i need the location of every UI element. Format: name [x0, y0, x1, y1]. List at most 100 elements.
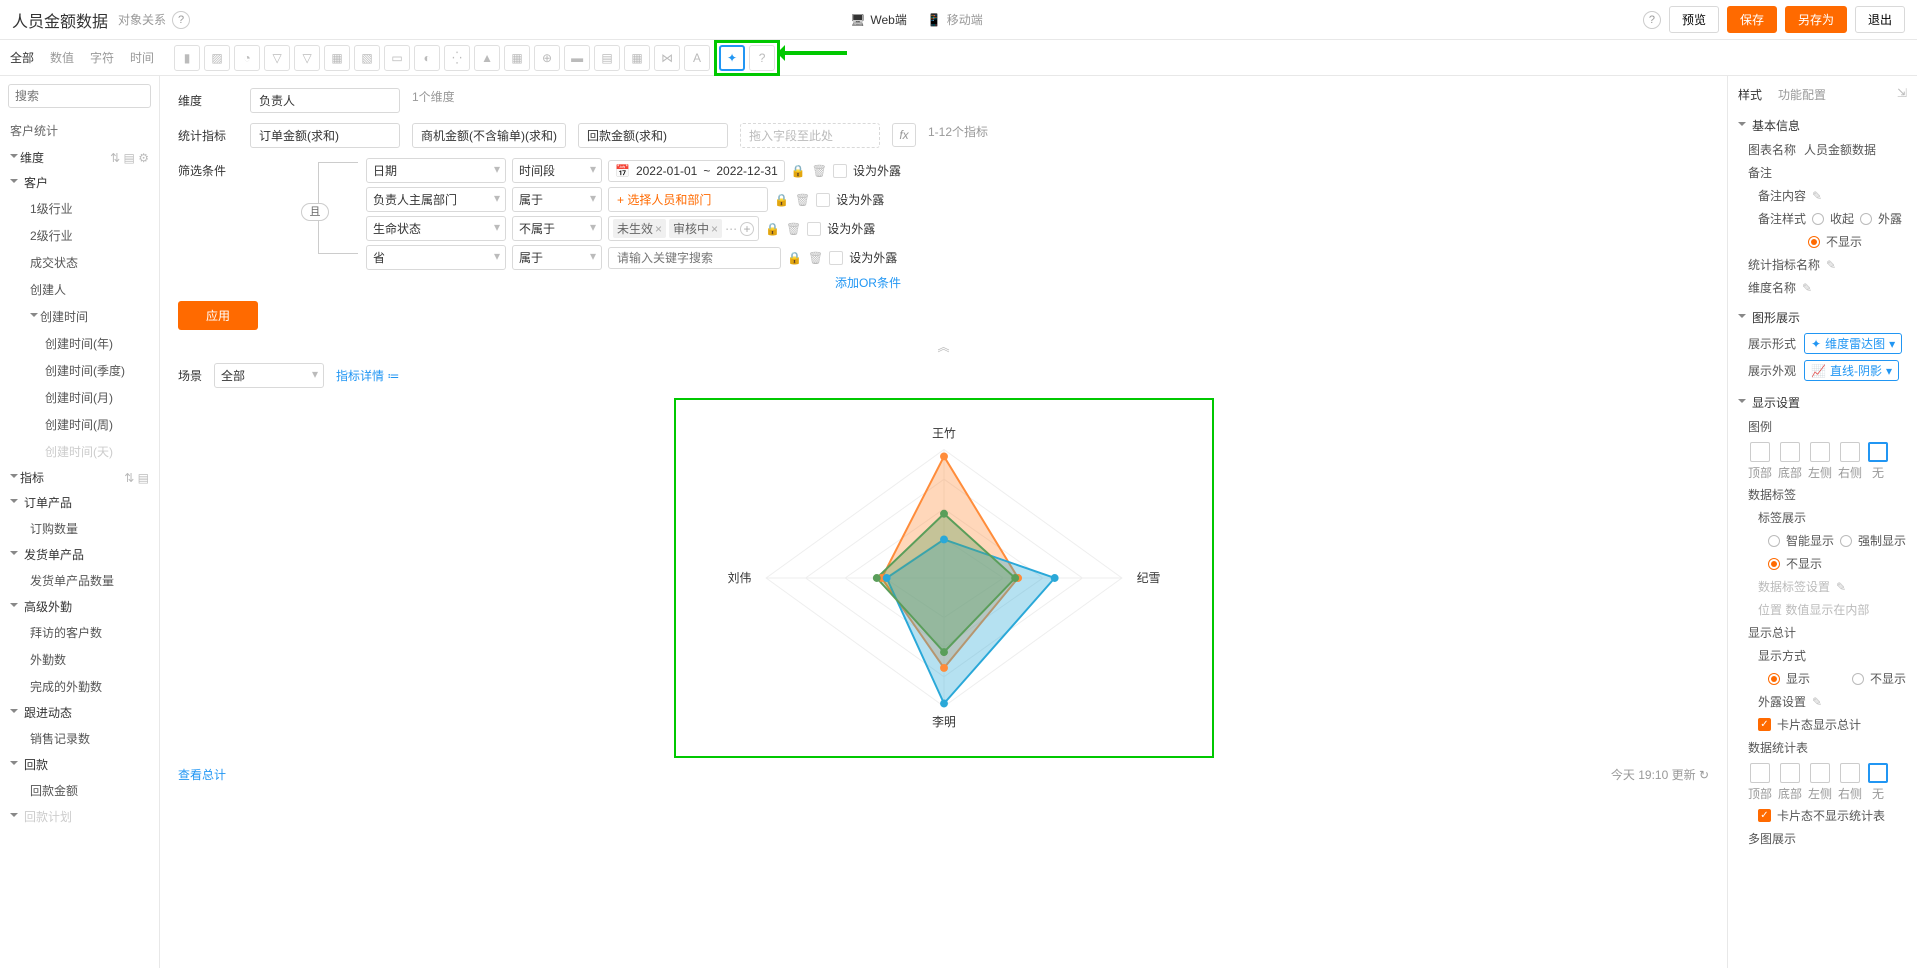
filter-val[interactable]: + 选择人员和部门 — [608, 187, 768, 212]
sidebar-item[interactable]: 订购数量 — [0, 515, 159, 542]
delete-icon[interactable]: 🗑 — [812, 164, 827, 178]
lock-icon[interactable]: 🔒 — [774, 193, 789, 207]
help-icon[interactable]: ? — [172, 11, 190, 29]
sidebar-item[interactable]: 创建时间(年) — [0, 330, 159, 357]
filter-field[interactable]: 日期 — [366, 158, 506, 183]
filter-op[interactable]: 时间段 — [512, 158, 602, 183]
pos-bottom[interactable] — [1780, 763, 1800, 783]
radio[interactable] — [1840, 535, 1852, 547]
filter-op[interactable]: 属于 — [512, 245, 602, 270]
collapse-toggle[interactable]: ︽ — [178, 338, 1709, 355]
filter-field[interactable]: 负责人主属部门 — [366, 187, 506, 212]
date-range[interactable]: 📅 2022-01-01~2022-12-31 — [608, 160, 785, 182]
group-create-time[interactable]: 创建时间 — [0, 303, 159, 330]
chart-sankey-icon[interactable]: ⋈ — [654, 45, 680, 71]
group-customer[interactable]: 客户 — [0, 170, 159, 195]
chart-stack-icon[interactable]: ▤ — [594, 45, 620, 71]
sec-graphic[interactable]: 图形展示 — [1738, 305, 1907, 330]
radio[interactable] — [1812, 213, 1824, 225]
rs-tab-func[interactable]: 功能配置 — [1778, 86, 1826, 103]
delete-icon[interactable]: 🗑 — [795, 193, 810, 207]
chart-gauge-icon[interactable]: ◐ — [414, 45, 440, 71]
delete-icon[interactable]: 🗑 — [808, 251, 823, 265]
chart-bar-icon[interactable]: ▮ — [174, 45, 200, 71]
group-payback-plan[interactable]: 回款计划 — [0, 804, 159, 829]
pos-top[interactable] — [1750, 442, 1770, 462]
lock-icon[interactable]: 🔒 — [791, 164, 806, 178]
checkbox[interactable]: ✓ — [1758, 809, 1771, 822]
expose-checkbox[interactable] — [833, 164, 847, 178]
metric-tag[interactable]: 回款金额(求和) — [578, 123, 728, 148]
display-look-select[interactable]: 📈 直线-阴影 ▾ — [1804, 360, 1899, 381]
chart-card-icon[interactable]: ▭ — [384, 45, 410, 71]
save-as-button[interactable]: 另存为 — [1785, 6, 1847, 33]
expose-checkbox[interactable] — [807, 222, 821, 236]
pos-right[interactable] — [1840, 442, 1860, 462]
filter-field[interactable]: 生命状态 — [366, 216, 506, 241]
pos-bottom[interactable] — [1780, 442, 1800, 462]
chart-area-icon[interactable]: ▲ — [474, 45, 500, 71]
chart-funnel-icon[interactable]: ▽ — [264, 45, 290, 71]
radio[interactable] — [1768, 673, 1780, 685]
ct-tab-number[interactable]: 数值 — [50, 49, 74, 66]
filter-op[interactable]: 不属于 — [512, 216, 602, 241]
sidebar-item[interactable]: 外勤数 — [0, 646, 159, 673]
apply-button[interactable]: 应用 — [178, 301, 258, 330]
sidebar-item[interactable]: 创建时间(月) — [0, 384, 159, 411]
group-attendance[interactable]: 高级外勤 — [0, 594, 159, 619]
dim-tag[interactable]: 负责人 — [250, 88, 400, 113]
scene-select[interactable]: 全部 — [214, 363, 324, 388]
ct-tab-time[interactable]: 时间 — [130, 49, 154, 66]
chart-word-icon[interactable]: A — [684, 45, 710, 71]
pos-none[interactable] — [1868, 442, 1888, 462]
ct-tab-all[interactable]: 全部 — [10, 49, 34, 66]
chart-radar-icon[interactable]: ✦ — [719, 45, 745, 71]
ct-tab-text[interactable]: 字符 — [90, 49, 114, 66]
metric-detail-link[interactable]: 指标详情 ≔ — [336, 367, 399, 384]
sidebar-item[interactable]: 成交状态 — [0, 249, 159, 276]
search-input[interactable] — [8, 84, 151, 108]
sidebar-item[interactable]: 创建时间(季度) — [0, 357, 159, 384]
sec-basic[interactable]: 基本信息 — [1738, 113, 1907, 138]
tab-web[interactable]: 🖥 Web端 — [850, 11, 907, 28]
chart-treemap-icon[interactable]: ▦ — [624, 45, 650, 71]
radio[interactable] — [1860, 213, 1872, 225]
lock-icon[interactable]: 🔒 — [787, 251, 802, 265]
sidebar-item[interactable]: 回款金额 — [0, 777, 159, 804]
sidebar-item[interactable]: 完成的外勤数 — [0, 673, 159, 700]
group-order-prod[interactable]: 订单产品 — [0, 490, 159, 515]
save-button[interactable]: 保存 — [1727, 6, 1777, 33]
expose-checkbox[interactable] — [816, 193, 830, 207]
group-follow[interactable]: 跟进动态 — [0, 700, 159, 725]
chart-hbar-icon[interactable]: ▬ — [564, 45, 590, 71]
filter-input[interactable] — [608, 247, 781, 269]
exit-button[interactable]: 退出 — [1855, 6, 1905, 33]
radio[interactable] — [1852, 673, 1864, 685]
chart-funnel2-icon[interactable]: ▽ — [294, 45, 320, 71]
chart-combo-icon[interactable]: ▧ — [354, 45, 380, 71]
pos-left[interactable] — [1810, 442, 1830, 462]
tab-mobile[interactable]: 📱 移动端 — [927, 11, 983, 28]
display-form-select[interactable]: ✦ 维度雷达图 ▾ — [1804, 333, 1902, 354]
sidebar-item[interactable]: 创建时间(周) — [0, 411, 159, 438]
collapse-icon[interactable]: ⇲ — [1897, 86, 1907, 103]
chart-line-icon[interactable]: ▨ — [204, 45, 230, 71]
filter-tags[interactable]: 未生效× 审核中× ⋯ + — [608, 216, 759, 241]
sidebar-item[interactable]: 拜访的客户数 — [0, 619, 159, 646]
chart-scatter-icon[interactable]: ⁛ — [444, 45, 470, 71]
expose-checkbox[interactable] — [829, 251, 843, 265]
filter-op[interactable]: 属于 — [512, 187, 602, 212]
pos-none[interactable] — [1868, 763, 1888, 783]
delete-icon[interactable]: 🗑 — [786, 222, 801, 236]
radio[interactable] — [1768, 558, 1780, 570]
sidebar-item[interactable]: 创建人 — [0, 276, 159, 303]
checkbox[interactable]: ✓ — [1758, 718, 1771, 731]
lock-icon[interactable]: 🔒 — [765, 222, 780, 236]
group-dimension[interactable]: 维度 ⇅ ▤ ⚙ — [0, 145, 159, 170]
rs-tab-style[interactable]: 样式 — [1738, 86, 1762, 103]
sidebar-item[interactable]: 1级行业 — [0, 195, 159, 222]
preview-button[interactable]: 预览 — [1669, 6, 1719, 33]
sidebar-item[interactable]: 2级行业 — [0, 222, 159, 249]
chart-map-icon[interactable]: ⊕ — [534, 45, 560, 71]
metric-tag[interactable]: 商机金额(不含输单)(求和) — [412, 123, 566, 148]
